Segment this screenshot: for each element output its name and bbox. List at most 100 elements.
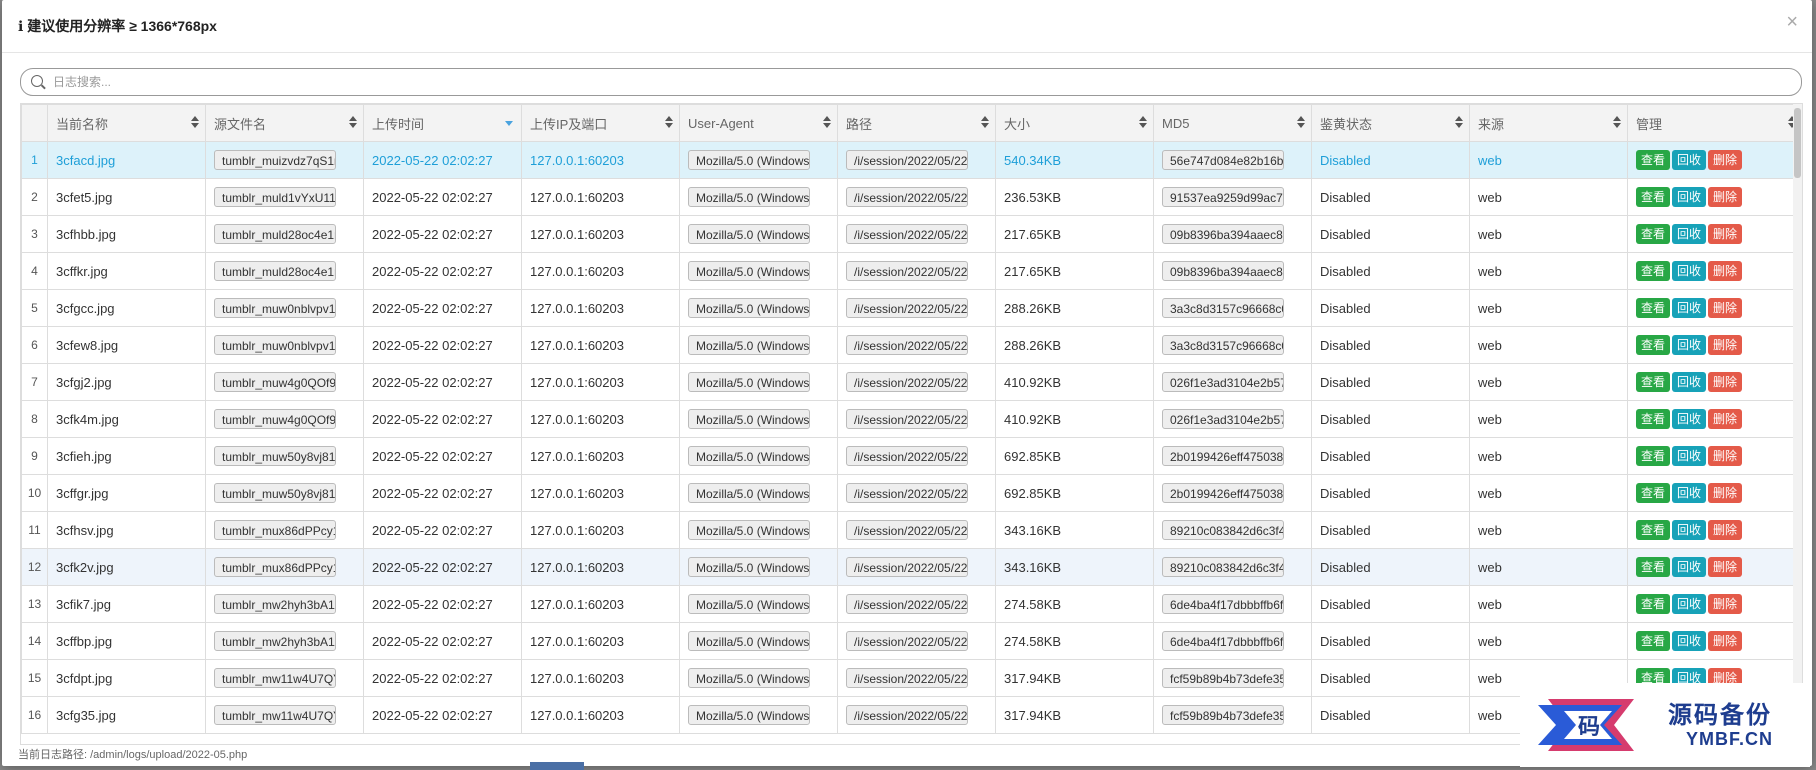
sort-icon[interactable] — [665, 116, 673, 128]
md5-field[interactable]: fcf59b89b4b73defe354 — [1162, 705, 1284, 725]
table-row[interactable]: 3 3cfhbb.jpg tumblr_muld28oc4e1r2 2022-05-2… — [21, 215, 1802, 253]
table-row[interactable]: 12 3cfk2v.jpg tumblr_mux86dPPcy1r. 2022-05-… — [21, 548, 1802, 586]
table-row[interactable]: 14 3cffbp.jpg tumblr_mw2hyh3bA11r 2022-05-2… — [21, 622, 1802, 660]
recycle-button[interactable]: 回收 — [1672, 298, 1707, 318]
view-button[interactable]: 查看 — [1636, 520, 1671, 540]
source-file-field[interactable]: tumblr_mw2hyh3bA11r — [214, 631, 336, 651]
sort-icon[interactable] — [349, 116, 357, 128]
table-row[interactable]: 8 3cfk4m.jpg tumblr_muw4g0QOf91r 2022-05-22… — [21, 400, 1802, 438]
md5-field[interactable]: 56e747d084e82b16b67 — [1162, 150, 1284, 170]
source-file-field[interactable]: tumblr_muw4g0QOf91r — [214, 409, 336, 429]
delete-button[interactable]: 删除 — [1708, 520, 1743, 540]
sort-icon[interactable] — [823, 116, 831, 128]
view-button[interactable]: 查看 — [1636, 557, 1671, 577]
view-button[interactable]: 查看 — [1636, 298, 1671, 318]
path-field[interactable]: /i/session/2022/05/22/3 — [846, 150, 968, 170]
column-header-path[interactable]: 路径 — [837, 104, 996, 142]
view-button[interactable]: 查看 — [1636, 446, 1671, 466]
user-agent-field[interactable]: Mozilla/5.0 (Windows N — [688, 224, 810, 244]
path-field[interactable]: /i/session/2022/05/22/3 — [846, 483, 968, 503]
source-file-field[interactable]: tumblr_mux86dPPcy1r. — [214, 520, 336, 540]
table-row[interactable]: 10 3cffgr.jpg tumblr_muw50y8vj81r2 2022-05-… — [21, 474, 1802, 512]
md5-field[interactable]: 3a3c8d3157c96668c01 — [1162, 298, 1284, 318]
md5-field[interactable]: fcf59b89b4b73defe354 — [1162, 668, 1284, 688]
delete-button[interactable]: 删除 — [1708, 557, 1743, 577]
recycle-button[interactable]: 回收 — [1672, 483, 1707, 503]
delete-button[interactable]: 删除 — [1708, 298, 1743, 318]
path-field[interactable]: /i/session/2022/05/22/3 — [846, 335, 968, 355]
close-icon[interactable]: × — [1786, 12, 1798, 32]
user-agent-field[interactable]: Mozilla/5.0 (Windows N — [688, 557, 810, 577]
recycle-button[interactable]: 回收 — [1672, 409, 1707, 429]
user-agent-field[interactable]: Mozilla/5.0 (Windows N — [688, 409, 810, 429]
column-header-manage[interactable]: 管理 — [1627, 104, 1802, 142]
table-row[interactable]: 4 3cffkr.jpg tumblr_muld28oc4e1r2 2022-05-2… — [21, 252, 1802, 290]
source-file-field[interactable]: tumblr_muizvdz7qS1r2 — [214, 150, 336, 170]
md5-field[interactable]: 2b0199426eff47503887 — [1162, 483, 1284, 503]
recycle-button[interactable]: 回收 — [1672, 557, 1707, 577]
user-agent-field[interactable]: Mozilla/5.0 (Windows N — [688, 705, 810, 725]
path-field[interactable]: /i/session/2022/05/22/3 — [846, 224, 968, 244]
path-field[interactable]: /i/session/2022/05/22/3 — [846, 520, 968, 540]
recycle-button[interactable]: 回收 — [1672, 150, 1707, 170]
column-header-ip[interactable]: 上传IP及端口 — [521, 104, 680, 142]
user-agent-field[interactable]: Mozilla/5.0 (Windows N — [688, 298, 810, 318]
table-row[interactable]: 13 3cfik7.jpg tumblr_mw2hyh3bA11r 2022-05-2… — [21, 585, 1802, 623]
source-file-field[interactable]: tumblr_muld28oc4e1r2 — [214, 261, 336, 281]
path-field[interactable]: /i/session/2022/05/22/3 — [846, 372, 968, 392]
user-agent-field[interactable]: Mozilla/5.0 (Windows N — [688, 261, 810, 281]
view-button[interactable]: 查看 — [1636, 335, 1671, 355]
sort-icon[interactable] — [1139, 116, 1147, 128]
md5-field[interactable]: 6de4ba4f17dbbbffb6f22 — [1162, 631, 1284, 651]
source-file-field[interactable]: tumblr_muw50y8vj81r2 — [214, 483, 336, 503]
column-header-origin[interactable]: 来源 — [1469, 104, 1628, 142]
recycle-button[interactable]: 回收 — [1672, 335, 1707, 355]
view-button[interactable]: 查看 — [1636, 224, 1671, 244]
user-agent-field[interactable]: Mozilla/5.0 (Windows N — [688, 446, 810, 466]
user-agent-field[interactable]: Mozilla/5.0 (Windows N — [688, 372, 810, 392]
view-button[interactable]: 查看 — [1636, 150, 1671, 170]
sort-icon[interactable] — [981, 116, 989, 128]
path-field[interactable]: /i/session/2022/05/22/3 — [846, 446, 968, 466]
table-row[interactable]: 1 3cfacd.jpg tumblr_muizvdz7qS1r2 2022-05-2… — [21, 141, 1802, 179]
sort-desc-icon[interactable] — [505, 121, 513, 126]
search-input[interactable] — [51, 72, 1755, 92]
path-field[interactable]: /i/session/2022/05/22/3 — [846, 298, 968, 318]
view-button[interactable]: 查看 — [1636, 483, 1671, 503]
sort-icon[interactable] — [191, 116, 199, 128]
view-button[interactable]: 查看 — [1636, 261, 1671, 281]
delete-button[interactable]: 删除 — [1708, 631, 1743, 651]
md5-field[interactable]: 2b0199426eff47503887 — [1162, 446, 1284, 466]
recycle-button[interactable]: 回收 — [1672, 520, 1707, 540]
user-agent-field[interactable]: Mozilla/5.0 (Windows N — [688, 335, 810, 355]
source-file-field[interactable]: tumblr_mw11w4U7QY1 — [214, 668, 336, 688]
md5-field[interactable]: 89210c083842d6c3f44 — [1162, 557, 1284, 577]
source-file-field[interactable]: tumblr_mux86dPPcy1r. — [214, 557, 336, 577]
delete-button[interactable]: 删除 — [1708, 224, 1743, 244]
user-agent-field[interactable]: Mozilla/5.0 (Windows N — [688, 520, 810, 540]
recycle-button[interactable]: 回收 — [1672, 372, 1707, 392]
sort-icon[interactable] — [1613, 116, 1621, 128]
source-file-field[interactable]: tumblr_mw11w4U7QY1 — [214, 705, 336, 725]
column-header-status[interactable]: 鉴黄状态 — [1311, 104, 1470, 142]
user-agent-field[interactable]: Mozilla/5.0 (Windows N — [688, 668, 810, 688]
path-field[interactable]: /i/session/2022/05/22/3 — [846, 557, 968, 577]
column-header-md5[interactable]: MD5 — [1153, 104, 1312, 142]
md5-field[interactable]: 09b8396ba394aaec8aa — [1162, 224, 1284, 244]
source-file-field[interactable]: tumblr_muw50y8vj81r2 — [214, 446, 336, 466]
delete-button[interactable]: 删除 — [1708, 446, 1743, 466]
column-header-time[interactable]: 上传时间 — [363, 104, 522, 142]
column-header-source[interactable]: 源文件名 — [205, 104, 364, 142]
delete-button[interactable]: 删除 — [1708, 335, 1743, 355]
recycle-button[interactable]: 回收 — [1672, 594, 1707, 614]
path-field[interactable]: /i/session/2022/05/22/3 — [846, 705, 968, 725]
table-row[interactable]: 6 3cfew8.jpg tumblr_muw0nblvpv1r2 2022-05-2… — [21, 326, 1802, 364]
user-agent-field[interactable]: Mozilla/5.0 (Windows N — [688, 187, 810, 207]
md5-field[interactable]: 89210c083842d6c3f44 — [1162, 520, 1284, 540]
md5-field[interactable]: 026f1e3ad3104e2b57d — [1162, 372, 1284, 392]
sort-icon[interactable] — [1297, 116, 1305, 128]
path-field[interactable]: /i/session/2022/05/22/3 — [846, 187, 968, 207]
user-agent-field[interactable]: Mozilla/5.0 (Windows N — [688, 150, 810, 170]
recycle-button[interactable]: 回收 — [1672, 631, 1707, 651]
path-field[interactable]: /i/session/2022/05/22/3 — [846, 409, 968, 429]
